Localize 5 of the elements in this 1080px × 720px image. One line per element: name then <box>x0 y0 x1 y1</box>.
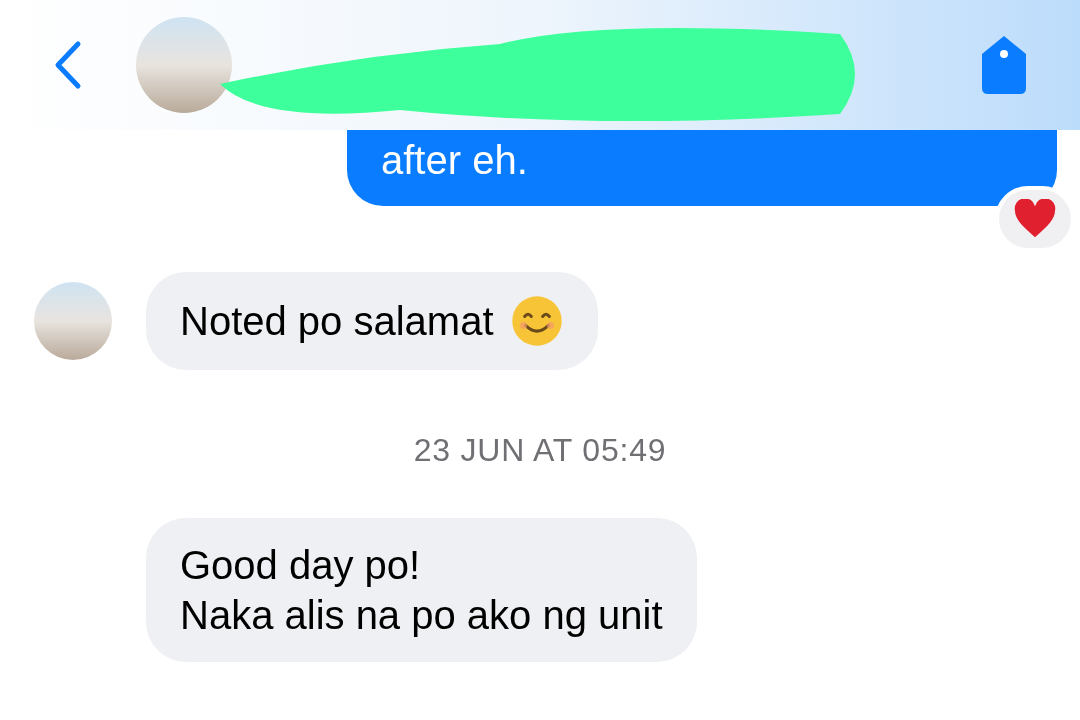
received-message: Good day po! Naka alis na po ako ng unit <box>146 518 697 662</box>
received-message: Noted po salamat <box>146 272 598 370</box>
sent-message: after eh. <box>347 130 1057 206</box>
heart-icon <box>1013 199 1057 239</box>
timestamp: 23 JUN AT 05:49 <box>413 431 667 470</box>
